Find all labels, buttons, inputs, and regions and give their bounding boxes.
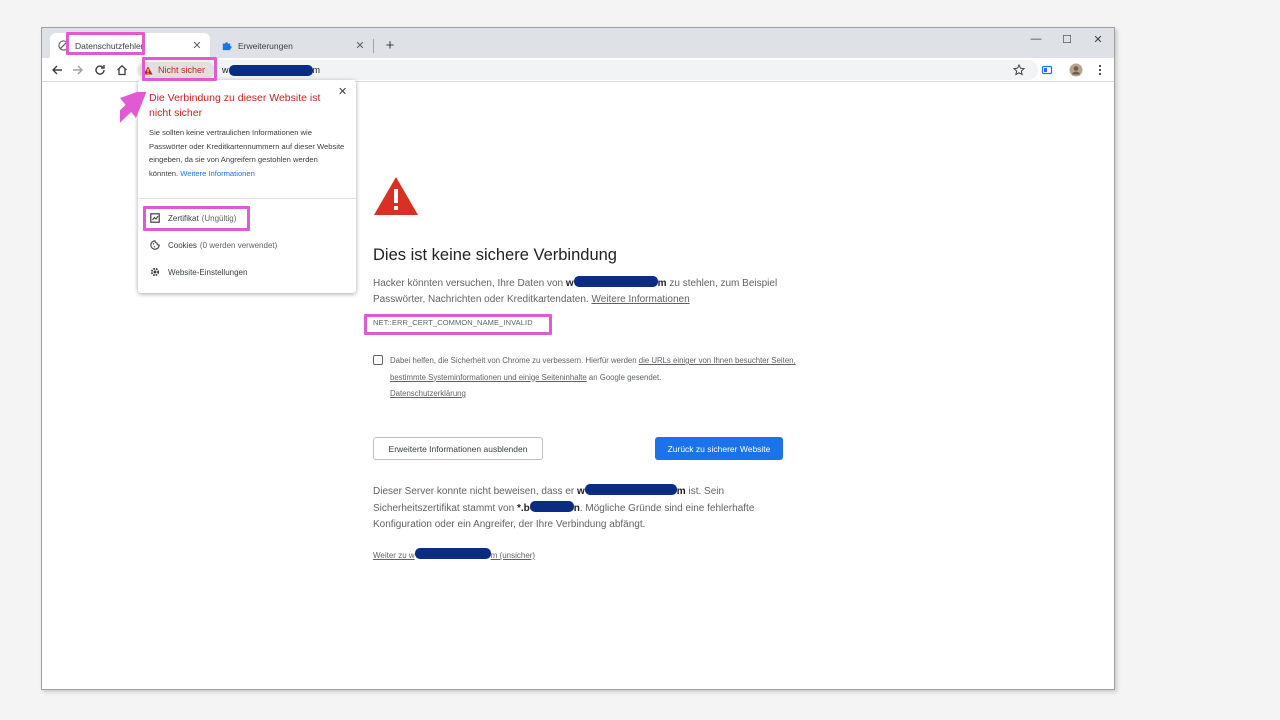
redacted-hostname: [414, 548, 491, 559]
annotation-arrow-icon: [120, 92, 147, 123]
host-start: w: [577, 486, 585, 497]
highlight-error-code: [364, 314, 552, 335]
menu-kebab-icon[interactable]: [1091, 61, 1109, 79]
proceed-unsafe-link[interactable]: Weiter zu w m (unsicher): [373, 548, 535, 560]
page-heading: Dies ist keine sichere Verbindung: [373, 246, 617, 264]
hostname: wm: [577, 484, 686, 497]
site-settings-row[interactable]: Website-Einstellungen: [149, 265, 247, 279]
back-icon[interactable]: [48, 61, 66, 79]
cookie-icon: [149, 240, 160, 251]
proceed-end: m (unsicher): [490, 551, 536, 560]
text-segment: an Google gesendet.: [586, 372, 662, 382]
puzzle-icon: [220, 40, 232, 52]
hacker-warning-text: Hacker könnten versuchen, Ihre Daten von…: [373, 276, 793, 308]
reload-icon[interactable]: [91, 61, 109, 79]
gear-icon: [149, 267, 160, 278]
back-to-safety-button[interactable]: Zurück zu sicherer Website: [655, 437, 783, 460]
highlight-tab: [66, 32, 145, 55]
address-bar[interactable]: Nicht sicher wm: [136, 60, 1038, 80]
hide-advanced-button[interactable]: Erweiterte Informationen ausblenden: [373, 437, 543, 460]
improve-security-text: Dabei helfen, die Sicherheit von Chrome …: [390, 353, 800, 403]
popup-more-info-link[interactable]: Weitere Informationen: [180, 169, 255, 178]
redacted-issuer: [529, 500, 574, 512]
more-info-link[interactable]: Weitere Informationen: [591, 294, 689, 305]
site-settings-label: Website-Einstellungen: [168, 267, 248, 277]
text-segment: Dabei helfen, die Sicherheit von Chrome …: [390, 356, 639, 365]
url-prefix: w: [222, 65, 229, 75]
popup-close-icon[interactable]: ✕: [338, 85, 347, 98]
tab-erweiterungen[interactable]: Erweiterungen ✕: [213, 33, 373, 58]
cert-issuer: *.b n: [516, 500, 580, 514]
minimize-button[interactable]: —: [1022, 31, 1050, 47]
cookies-status: (0 werden verwendet): [199, 240, 278, 250]
bookmark-star-icon[interactable]: [1010, 61, 1028, 79]
new-tab-button[interactable]: +: [381, 36, 399, 54]
text-segment: Dieser Server konnte nicht beweisen, das…: [373, 486, 577, 497]
text-segment: Hacker könnten versuchen, Ihre Daten von: [373, 278, 566, 289]
tab-label: Erweiterungen: [238, 40, 293, 51]
highlight-certificate: [143, 206, 250, 231]
redacted-hostname: [228, 64, 313, 76]
proceed-start: Weiter zu w: [373, 551, 415, 560]
privacy-policy-link[interactable]: Datenschutzerklärung: [390, 389, 466, 398]
browser-window: Datenschutzfehler ✕ Erweiterungen ✕ + — …: [41, 27, 1115, 690]
tab-close-icon[interactable]: ✕: [353, 39, 367, 53]
cookies-label: Cookies: [168, 240, 197, 250]
tab-close-icon[interactable]: ✕: [190, 39, 204, 53]
home-icon[interactable]: [113, 61, 131, 79]
host-end: m: [676, 486, 686, 497]
tab-separator: [373, 39, 374, 53]
popup-divider: [138, 198, 356, 199]
url-text[interactable]: wm: [222, 63, 320, 77]
improve-security-checkbox[interactable]: [373, 355, 383, 365]
profile-avatar-icon[interactable]: [1067, 61, 1085, 79]
hostname: wm: [565, 276, 667, 289]
host-end: m: [657, 278, 667, 289]
window-close-button[interactable]: ✕: [1084, 31, 1112, 47]
url-suffix: m: [312, 65, 321, 75]
large-warning-icon: [373, 176, 419, 221]
redacted-hostname: [584, 484, 677, 495]
server-details-text: Dieser Server konnte nicht beweisen, das…: [373, 484, 793, 534]
host-start: w: [565, 278, 574, 289]
tab-bar: Datenschutzfehler ✕ Erweiterungen ✕ + — …: [42, 28, 1114, 58]
maximize-button[interactable]: ☐: [1053, 31, 1081, 47]
highlight-security-chip: [142, 57, 217, 81]
redacted-hostname: [573, 276, 658, 287]
cert-start: *.b: [516, 502, 530, 514]
cookies-row[interactable]: Cookies (0 werden verwendet): [149, 238, 277, 252]
extension-icon[interactable]: [1038, 61, 1056, 79]
forward-icon[interactable]: [69, 61, 87, 79]
